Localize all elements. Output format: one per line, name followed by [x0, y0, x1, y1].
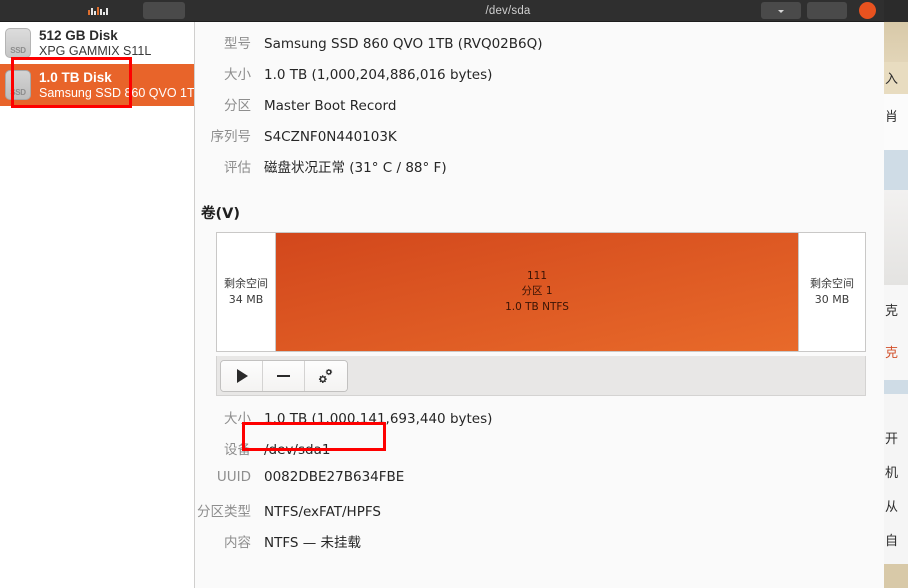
background-text-6: 机	[885, 466, 899, 481]
segment-line-1: 剩余空间	[224, 277, 268, 291]
background-text-4: 克	[885, 346, 899, 361]
ssd-icon: SSD	[5, 70, 31, 100]
volume-property-row: 分区类型 NTFS/exFAT/HPFS	[195, 500, 866, 529]
background-selected-row2	[884, 380, 908, 394]
volume-property-label: UUID	[216, 469, 251, 485]
header-right-section	[761, 2, 884, 19]
drive-property-label: 分区	[224, 98, 251, 114]
window-title: /dev/sda	[485, 4, 531, 17]
drive-property-label: 序列号	[210, 129, 252, 145]
menu-button[interactable]	[761, 2, 801, 19]
volume-property-row: 设备 /dev/sda1	[195, 438, 866, 467]
drive-property-label: 评估	[224, 160, 251, 176]
drive-property-row: 分区 Master Boot Record	[195, 94, 866, 123]
background-text-8: 自	[885, 534, 899, 549]
drive-property-row: 型号 Samsung SSD 860 QVO 1TB (RVQ02B6Q)	[195, 32, 866, 61]
volume-property-row: 大小 1.0 TB (1,000,141,693,440 bytes)	[195, 407, 866, 436]
volume-toolbar	[216, 356, 866, 396]
segment-line-2: 分区 1	[521, 285, 553, 298]
volumes-heading: 卷(V)	[201, 206, 240, 222]
partition-segment-partition-1[interactable]: 111 分区 1 1.0 TB NTFS	[275, 233, 799, 351]
partition-segment-free-left[interactable]: 剩余空间 34 MB	[217, 233, 275, 351]
volume-action-buttons	[220, 359, 348, 392]
background-band-gray	[884, 190, 908, 285]
disks-window: /dev/sda SSD 512 GB Disk XPG GAMMIX S11L…	[0, 0, 884, 588]
drive-property-value: 磁盘状况正常 (31° C / 88° F)	[264, 160, 447, 176]
volume-property-label: 内容	[224, 535, 251, 551]
unmount-button[interactable]	[263, 360, 305, 391]
chevron-down-icon	[778, 9, 784, 13]
partition-bar[interactable]: 剩余空间 34 MB 111 分区 1 1.0 TB NTFS 剩余空间 30 …	[216, 232, 866, 352]
drive-property-row: 评估 磁盘状况正常 (31° C / 88° F)	[195, 156, 866, 185]
disk-title-1: 1.0 TB Disk	[39, 70, 112, 86]
drive-property-value: Samsung SSD 860 QVO 1TB (RVQ02B6Q)	[264, 36, 543, 52]
volume-property-value: 0082DBE27B634FBE	[264, 469, 405, 485]
volume-property-label: 设备	[224, 442, 251, 458]
segment-line-3: 1.0 TB NTFS	[505, 300, 569, 313]
background-selected-row	[884, 150, 908, 190]
background-window[interactable]: 入 肖 克 克 开 机 从 自	[884, 0, 908, 588]
sidebar-item-disk-0[interactable]: SSD 512 GB Disk XPG GAMMIX S11L	[0, 22, 194, 64]
ssd-icon-label: SSD	[10, 88, 26, 97]
close-icon[interactable]	[859, 2, 876, 19]
header-left-section	[0, 0, 195, 21]
volume-property-row: UUID 0082DBE27B634FBE	[195, 469, 866, 498]
background-band-tan3	[884, 564, 908, 588]
disk-text-1: 1.0 TB Disk Samsung SSD 860 QVO 1TB	[39, 70, 195, 100]
volume-property-label: 大小	[224, 411, 251, 427]
options-button[interactable]	[807, 2, 847, 19]
drive-property-label: 大小	[224, 67, 251, 83]
disk-details-panel: 型号 Samsung SSD 860 QVO 1TB (RVQ02B6Q) 大小…	[195, 22, 884, 588]
play-icon	[237, 368, 248, 383]
background-titlebar	[884, 0, 908, 22]
disk-subtitle-1: Samsung SSD 860 QVO 1TB	[39, 85, 195, 100]
volume-property-value: 1.0 TB (1,000,141,693,440 bytes)	[264, 411, 493, 427]
header-bar: /dev/sda	[0, 0, 884, 22]
volume-property-value: NTFS — 未挂载	[264, 535, 362, 551]
volume-property-value: NTFS/exFAT/HPFS	[264, 504, 381, 520]
segment-line-1: 111	[526, 270, 548, 283]
drive-property-value: S4CZNF0N440103K	[264, 129, 397, 145]
drive-property-label: 型号	[224, 36, 251, 52]
disk-sidebar[interactable]: SSD 512 GB Disk XPG GAMMIX S11L SSD 1.0 …	[0, 22, 195, 588]
window-body: SSD 512 GB Disk XPG GAMMIX S11L SSD 1.0 …	[0, 22, 884, 588]
background-band-tan	[884, 22, 908, 62]
volume-details: 大小 1.0 TB (1,000,141,693,440 bytes) 设备 /…	[195, 407, 866, 560]
disk-title-0: 512 GB Disk	[39, 28, 118, 44]
drive-property-value: 1.0 TB (1,000,204,886,016 bytes)	[264, 67, 493, 83]
minus-icon	[277, 374, 290, 377]
segment-line-2: 34 MB	[228, 293, 264, 306]
ssd-icon-label: SSD	[10, 46, 26, 55]
background-text-2: 肖	[885, 110, 899, 125]
background-text-5: 开	[885, 432, 899, 447]
volume-property-row: 内容 NTFS — 未挂载	[195, 531, 866, 560]
background-text-3: 克	[885, 304, 899, 319]
mount-button[interactable]	[221, 360, 263, 391]
disk-subtitle-0: XPG GAMMIX S11L	[39, 43, 152, 58]
gears-icon	[318, 368, 333, 383]
volume-property-value: /dev/sda1	[264, 442, 331, 458]
sidebar-item-disk-1[interactable]: SSD 1.0 TB Disk Samsung SSD 860 QVO 1TB	[0, 64, 194, 106]
app-logo-icon	[87, 6, 108, 15]
sidebar-menu-button[interactable]	[143, 2, 185, 19]
background-text-1: 入	[885, 72, 899, 87]
segment-line-2: 30 MB	[814, 293, 850, 306]
background-text-7: 从	[885, 500, 899, 515]
more-actions-button[interactable]	[305, 360, 347, 391]
ssd-icon: SSD	[5, 28, 31, 58]
drive-property-row: 序列号 S4CZNF0N440103K	[195, 125, 866, 154]
disk-text-0: 512 GB Disk XPG GAMMIX S11L	[39, 28, 151, 58]
drive-property-value: Master Boot Record	[264, 98, 397, 114]
partition-segment-free-right[interactable]: 剩余空间 30 MB	[799, 233, 865, 351]
volume-property-label: 分区类型	[197, 504, 251, 520]
drive-property-row: 大小 1.0 TB (1,000,204,886,016 bytes)	[195, 63, 866, 92]
segment-line-1: 剩余空间	[810, 277, 854, 291]
